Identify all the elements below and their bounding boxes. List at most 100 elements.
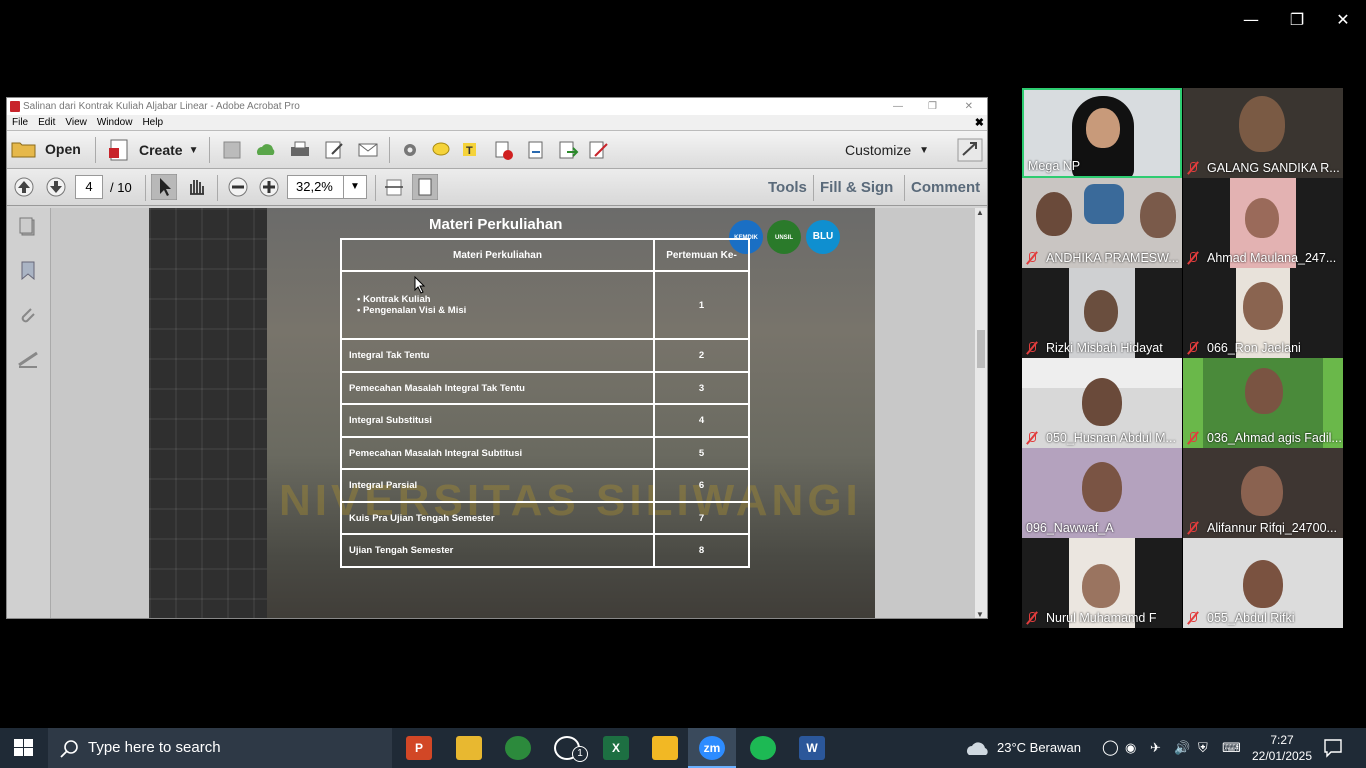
toolbar-separator: [95, 137, 96, 163]
participant-tile[interactable]: GALANG SANDIKA R...: [1183, 88, 1343, 178]
page-thumbnails-icon[interactable]: [17, 216, 39, 236]
fill-sign-panel-button[interactable]: Fill & Sign: [820, 179, 893, 196]
acrobat-maximize-button[interactable]: ❐: [928, 98, 937, 115]
spotify-icon[interactable]: [750, 736, 776, 760]
video-feed: [1036, 192, 1072, 236]
document-view[interactable]: NIVERSITAS SILIWANGI Materi Perkuliahan …: [51, 208, 976, 618]
mic-muted-icon: [1187, 431, 1199, 445]
menu-file[interactable]: File: [7, 115, 33, 131]
comment-bubble-icon[interactable]: [430, 140, 452, 160]
zoom-restore-button[interactable]: ❐: [1274, 8, 1320, 32]
fit-page-icon[interactable]: [412, 174, 438, 200]
menu-view[interactable]: View: [60, 115, 92, 131]
mic-muted-icon: [1026, 341, 1038, 355]
participant-tile[interactable]: 036_Ahmad agis Fadil...: [1183, 358, 1343, 448]
extract-pages-icon[interactable]: [525, 140, 547, 160]
menu-edit[interactable]: Edit: [33, 115, 60, 131]
vertical-scrollbar[interactable]: ▲ ▼: [975, 208, 987, 618]
acrobat-window: Salinan dari Kontrak Kuliah Aljabar Line…: [6, 97, 988, 619]
file-explorer-icon[interactable]: [456, 736, 482, 760]
clock[interactable]: 7:27 22/01/2025: [1248, 732, 1316, 764]
tools-panel-button[interactable]: Tools: [768, 179, 807, 196]
table-header-row: Materi Perkuliahan Pertemuan Ke-: [340, 238, 750, 272]
fullscreen-icon[interactable]: [957, 138, 983, 162]
acrobat-minimize-button[interactable]: —: [893, 98, 903, 115]
excel-icon[interactable]: X: [603, 736, 629, 760]
acrobat-close-button[interactable]: ✕: [965, 98, 973, 115]
edit-document-icon[interactable]: [323, 140, 345, 160]
delete-pages-icon[interactable]: [493, 140, 515, 160]
select-cursor-icon[interactable]: [151, 174, 177, 200]
windows-start-icon[interactable]: [14, 739, 34, 757]
participant-name-text: GALANG SANDIKA R...: [1207, 161, 1340, 175]
table-cell-material: Kontrak Kuliah Pengenalan Visi & Misi: [340, 270, 655, 340]
highlight-text-icon[interactable]: T: [461, 140, 483, 160]
zoom-dropdown-button[interactable]: ▼: [343, 175, 367, 199]
customize-button[interactable]: Customize ▼: [845, 142, 929, 158]
zoom-in-icon[interactable]: [258, 177, 280, 197]
navigation-pane: [7, 208, 51, 618]
attachments-icon[interactable]: [17, 305, 39, 325]
gear-icon[interactable]: [399, 140, 421, 160]
menu-window[interactable]: Window: [92, 115, 138, 131]
powerpoint-icon[interactable]: P: [406, 736, 432, 760]
zoom-close-button[interactable]: ✕: [1320, 8, 1366, 32]
language-icon[interactable]: ⌨: [1222, 728, 1241, 768]
participant-tile[interactable]: ANDHIKA PRAMESW...: [1022, 178, 1182, 268]
word-icon[interactable]: W: [799, 736, 825, 760]
column-header-material: Materi Perkuliahan: [340, 238, 655, 272]
next-page-icon[interactable]: [45, 177, 67, 197]
acrobat-menu-bar: File Edit View Window Help ✖: [7, 115, 987, 131]
participant-tile[interactable]: Alifannur Rifqi_24700...: [1183, 448, 1343, 538]
zoom-minimize-button[interactable]: —: [1228, 8, 1274, 32]
scrollbar-thumb[interactable]: [977, 330, 985, 368]
scroll-up-icon[interactable]: ▲: [976, 208, 984, 217]
taskbar-search-box[interactable]: Type here to search: [48, 728, 392, 768]
google-classroom-icon[interactable]: [652, 736, 678, 760]
participant-name-text: 096_Nawwaf_A: [1026, 521, 1114, 535]
participant-tile[interactable]: Nurul Muhamamd F: [1022, 538, 1182, 628]
bookmarks-icon[interactable]: [17, 260, 39, 280]
hand-tool-icon[interactable]: [185, 176, 207, 196]
participant-name: 055_Abdul Rifki: [1187, 611, 1295, 625]
save-icon[interactable]: [221, 140, 243, 160]
insert-page-icon[interactable]: [557, 140, 579, 160]
chrome-icon[interactable]: [505, 736, 531, 760]
print-icon[interactable]: [289, 140, 311, 160]
zoom-taskbar-button[interactable]: zm: [688, 728, 736, 768]
participant-tile[interactable]: 096_Nawwaf_A: [1022, 448, 1182, 538]
page-number-input[interactable]: 4: [75, 175, 103, 199]
open-button[interactable]: Open: [11, 139, 81, 159]
participant-tile[interactable]: 066_Ron Jaelani: [1183, 268, 1343, 358]
scroll-down-icon[interactable]: ▼: [976, 610, 984, 618]
toolbar-separator: [217, 175, 218, 201]
create-button[interactable]: Create ▼: [107, 138, 199, 162]
toolbar-separator: [389, 137, 390, 163]
security-shield-icon[interactable]: ⛨: [1198, 728, 1208, 768]
upload-cloud-icon[interactable]: [255, 140, 277, 160]
participant-tile[interactable]: Rizki Misbah Hidayat: [1022, 268, 1182, 358]
zoom-tray-icon[interactable]: ◉: [1125, 728, 1136, 768]
airplane-mode-icon[interactable]: ✈: [1150, 728, 1161, 768]
meet-now-icon[interactable]: ◯: [1102, 728, 1119, 768]
signatures-icon[interactable]: [17, 349, 39, 369]
participant-tile[interactable]: 050_Husnan Abdul M...: [1022, 358, 1182, 448]
participant-tile[interactable]: Mega NP: [1022, 88, 1182, 178]
comment-panel-button[interactable]: Comment: [911, 179, 980, 196]
cloud-icon: [967, 742, 988, 755]
participant-tile[interactable]: Ahmad Maulana_247...: [1183, 178, 1343, 268]
sign-document-icon[interactable]: [587, 140, 609, 160]
weather-text[interactable]: 23°C Berawan: [997, 728, 1081, 768]
volume-icon[interactable]: 🔊: [1174, 728, 1190, 768]
slide-page: NIVERSITAS SILIWANGI Materi Perkuliahan …: [149, 208, 875, 618]
notifications-icon[interactable]: [1323, 738, 1343, 758]
menu-help[interactable]: Help: [137, 115, 168, 131]
zoom-out-icon[interactable]: [227, 177, 249, 197]
participant-tile[interactable]: 055_Abdul Rifki: [1183, 538, 1343, 628]
previous-page-icon[interactable]: [13, 177, 35, 197]
email-icon[interactable]: [357, 140, 379, 160]
zoom-level-input[interactable]: 32,2%: [287, 175, 345, 199]
table-cell-material: Pemecahan Masalah Integral Subtitusi: [340, 436, 655, 470]
document-close-icon[interactable]: ✖: [975, 115, 984, 131]
fit-width-icon[interactable]: [383, 177, 405, 197]
